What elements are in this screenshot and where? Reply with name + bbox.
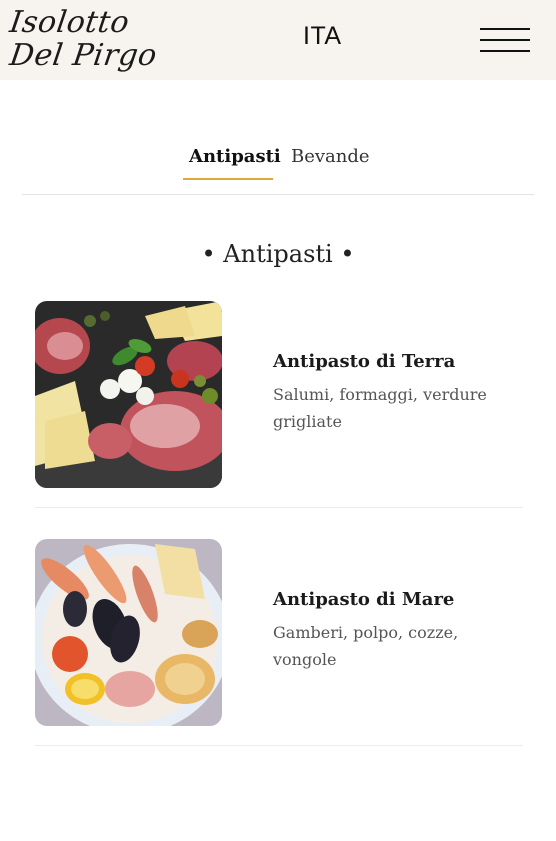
item-divider: [35, 745, 523, 746]
menu-bar-middle: [480, 39, 530, 41]
tabs-divider: [22, 194, 534, 195]
logo-line-1: Isolotto: [7, 5, 132, 40]
top-header: Isolotto Del Pirgo ITA: [0, 0, 556, 80]
section-title: • Antipasti •: [201, 240, 355, 268]
category-tabs: Antipasti Bevande: [0, 140, 556, 184]
language-selector[interactable]: ITA: [303, 22, 342, 51]
tab-antipasti[interactable]: Antipasti: [189, 140, 281, 182]
logo-line-2: Del Pirgo: [7, 38, 160, 73]
menu-bar-top: [480, 28, 530, 30]
item-description: Salumi, formaggi, verdure grigliate: [273, 385, 487, 431]
item-divider: [35, 507, 523, 508]
hamburger-menu-icon[interactable]: [480, 26, 530, 54]
brand-logo[interactable]: Isolotto Del Pirgo: [7, 5, 160, 73]
seafood-platter-photo: [35, 539, 222, 726]
active-tab-indicator: [183, 178, 273, 180]
menu-item[interactable]: Antipasto di Mare Gamberi, polpo, cozze,…: [35, 539, 523, 727]
menu-item[interactable]: Antipasto di Terra Salumi, formaggi, ver…: [35, 301, 523, 489]
item-name: Antipasto di Mare: [273, 589, 455, 610]
cured-meats-cheese-platter-photo: [35, 301, 222, 488]
tab-bevande[interactable]: Bevande: [291, 140, 370, 182]
item-description: Gamberi, polpo, cozze, vongole: [273, 623, 459, 669]
menu-bar-bottom: [480, 50, 530, 52]
item-name: Antipasto di Terra: [273, 351, 456, 372]
